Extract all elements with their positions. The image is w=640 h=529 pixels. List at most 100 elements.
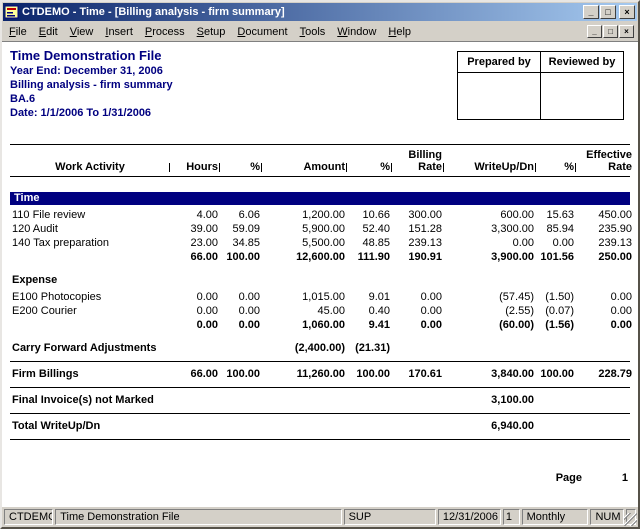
- menu-window[interactable]: Window: [331, 24, 382, 40]
- cell: 3,840.00: [444, 368, 536, 380]
- mdi-minimize-button[interactable]: _: [587, 25, 602, 38]
- cell: 239.13: [576, 236, 634, 250]
- cell: 100.00: [536, 368, 576, 380]
- statusbar-numlock: NUM: [590, 509, 624, 525]
- cell: 5,900.00: [262, 222, 347, 236]
- resize-grip-icon[interactable]: [624, 513, 637, 526]
- cell: (2,400.00): [262, 342, 347, 354]
- prepared-by-cell: [458, 73, 541, 120]
- cell: [220, 420, 262, 432]
- table-row: Final Invoice(s) not Marked 3,100.00: [10, 388, 630, 414]
- row-label: [10, 318, 170, 336]
- row-label: Final Invoice(s) not Marked: [10, 394, 170, 406]
- cell: 111.90: [347, 250, 392, 268]
- menu-edit[interactable]: Edit: [33, 24, 64, 40]
- cell: 250.00: [576, 250, 634, 268]
- table-row: Firm Billings66.00100.0011,260.00100.001…: [10, 362, 630, 388]
- cell: [392, 420, 444, 432]
- app-icon: [5, 5, 19, 19]
- cell: 10.66: [347, 208, 392, 222]
- cell: 11,260.00: [262, 368, 347, 380]
- menu-document[interactable]: Document: [231, 24, 293, 40]
- cell: 48.85: [347, 236, 392, 250]
- table-row: 140 Tax preparation23.0034.855,500.0048.…: [10, 236, 630, 250]
- cell: 9.41: [347, 318, 392, 336]
- row-label: Carry Forward Adjustments: [10, 342, 170, 354]
- mdi-restore-button[interactable]: □: [603, 25, 618, 38]
- mdi-window-buttons: _ □ ×: [587, 25, 634, 38]
- cell: 39.00: [170, 222, 220, 236]
- cell: [220, 342, 262, 354]
- report-document: Time Demonstration File Year End: Decemb…: [2, 41, 638, 506]
- cell: 0.00: [220, 318, 262, 336]
- cell: 1,200.00: [262, 208, 347, 222]
- cell: 1,060.00: [262, 318, 347, 336]
- column-header-5: Billing Rate: [392, 149, 444, 173]
- menu-process[interactable]: Process: [139, 24, 191, 40]
- restore-button[interactable]: □: [600, 5, 616, 19]
- cell: [262, 420, 347, 432]
- row-label: Total WriteUp/Dn: [10, 420, 170, 432]
- page-footer: Page 1: [10, 472, 630, 484]
- menu-view[interactable]: View: [64, 24, 100, 40]
- column-header-7: %: [536, 161, 576, 173]
- titlebar-buttons: _ □ ×: [583, 5, 635, 19]
- cell: 300.00: [392, 208, 444, 222]
- cell: 9.01: [347, 290, 392, 304]
- row-label: Firm Billings: [10, 368, 170, 380]
- cell: 6.06: [220, 208, 262, 222]
- cell: 239.13: [392, 236, 444, 250]
- cell: 3,100.00: [444, 394, 536, 406]
- mdi-close-button[interactable]: ×: [619, 25, 634, 38]
- menubar: FileEditViewInsertProcessSetupDocumentTo…: [2, 22, 638, 41]
- column-header-6: WriteUp/Dn: [444, 161, 536, 173]
- cell: 23.00: [170, 236, 220, 250]
- menu-file[interactable]: File: [3, 24, 33, 40]
- cell: 1,015.00: [262, 290, 347, 304]
- table-row: 66.00100.0012,600.00111.90190.913,900.00…: [10, 250, 630, 268]
- statusbar-description: Time Demonstration File: [55, 509, 341, 525]
- menu-help[interactable]: Help: [382, 24, 417, 40]
- cell: [536, 394, 576, 406]
- cell: 0.40: [347, 304, 392, 318]
- cell: 100.00: [347, 368, 392, 380]
- row-label: Expense: [10, 273, 170, 288]
- cell: (60.00): [444, 318, 536, 336]
- menu-setup[interactable]: Setup: [191, 24, 232, 40]
- cell: 170.61: [392, 368, 444, 380]
- statusbar-file: CTDEMO: [4, 509, 53, 525]
- table-row: 0.000.001,060.009.410.00(60.00)(1.56)0.0…: [10, 318, 630, 336]
- reviewed-by-cell: [541, 73, 624, 120]
- page-number: 1: [582, 472, 628, 484]
- cell: [392, 342, 444, 354]
- row-label: 110 File review: [10, 208, 170, 222]
- column-header-3: Amount: [262, 161, 347, 173]
- signoff-box: Prepared by Reviewed by: [457, 51, 624, 120]
- statusbar: CTDEMOTime Demonstration FileSUP12/31/20…: [2, 506, 638, 527]
- cell: 66.00: [170, 368, 220, 380]
- cell: 0.00: [392, 304, 444, 318]
- cell: 6,940.00: [444, 420, 536, 432]
- cell: 52.40: [347, 222, 392, 236]
- menu-insert[interactable]: Insert: [99, 24, 139, 40]
- minimize-button[interactable]: _: [583, 5, 599, 19]
- cell: 66.00: [170, 250, 220, 268]
- cell: 3,300.00: [444, 222, 536, 236]
- cell: 151.28: [392, 222, 444, 236]
- table-row: E200 Courier0.000.0045.000.400.00(2.55)(…: [10, 304, 630, 318]
- page-label: Page: [556, 472, 582, 484]
- menu-tools[interactable]: Tools: [294, 24, 332, 40]
- cell: [262, 394, 347, 406]
- cell: (1.56): [536, 318, 576, 336]
- statusbar-date: 12/31/2006: [438, 509, 501, 525]
- row-label: 120 Audit: [10, 222, 170, 236]
- cell: 0.00: [576, 304, 634, 318]
- statusbar-period: 1: [503, 509, 520, 525]
- statusbar-frequency: Monthly: [522, 509, 589, 525]
- column-header-1: Hours: [170, 161, 220, 173]
- statusbar-user: SUP: [344, 509, 436, 525]
- cell: 0.00: [392, 318, 444, 336]
- cell: [392, 394, 444, 406]
- cell: 45.00: [262, 304, 347, 318]
- close-button[interactable]: ×: [619, 5, 635, 19]
